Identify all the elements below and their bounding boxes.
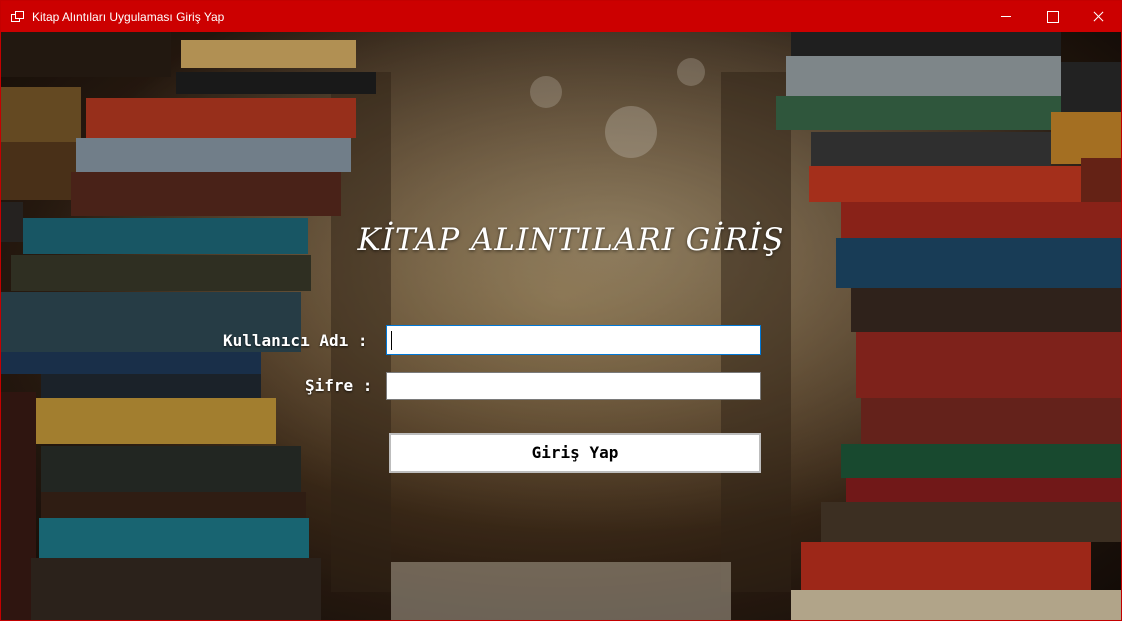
- username-field[interactable]: [386, 325, 761, 355]
- app-window-icon: [11, 10, 25, 23]
- login-panel: KİTAP ALINTILARI GİRİŞ Kullanıcı Adı : Ş…: [1, 32, 1121, 620]
- title-bar[interactable]: Kitap Alıntıları Uygulaması Giriş Yap: [1, 1, 1121, 32]
- minimize-icon[interactable]: [983, 1, 1029, 32]
- password-label: Şifre :: [305, 376, 373, 395]
- close-icon[interactable]: [1075, 1, 1121, 32]
- page-title: KİTAP ALINTILARI GİRİŞ: [357, 222, 785, 258]
- app-window: Kitap Alıntıları Uygulaması Giriş Yap Kİ…: [0, 0, 1122, 621]
- username-label: Kullanıcı Adı :: [223, 331, 368, 350]
- maximize-icon[interactable]: [1029, 1, 1075, 32]
- password-field[interactable]: [386, 372, 761, 400]
- window-controls: [983, 1, 1121, 32]
- text-caret: [391, 331, 392, 350]
- login-button[interactable]: Giriş Yap: [389, 433, 761, 473]
- window-title: Kitap Alıntıları Uygulaması Giriş Yap: [32, 9, 225, 24]
